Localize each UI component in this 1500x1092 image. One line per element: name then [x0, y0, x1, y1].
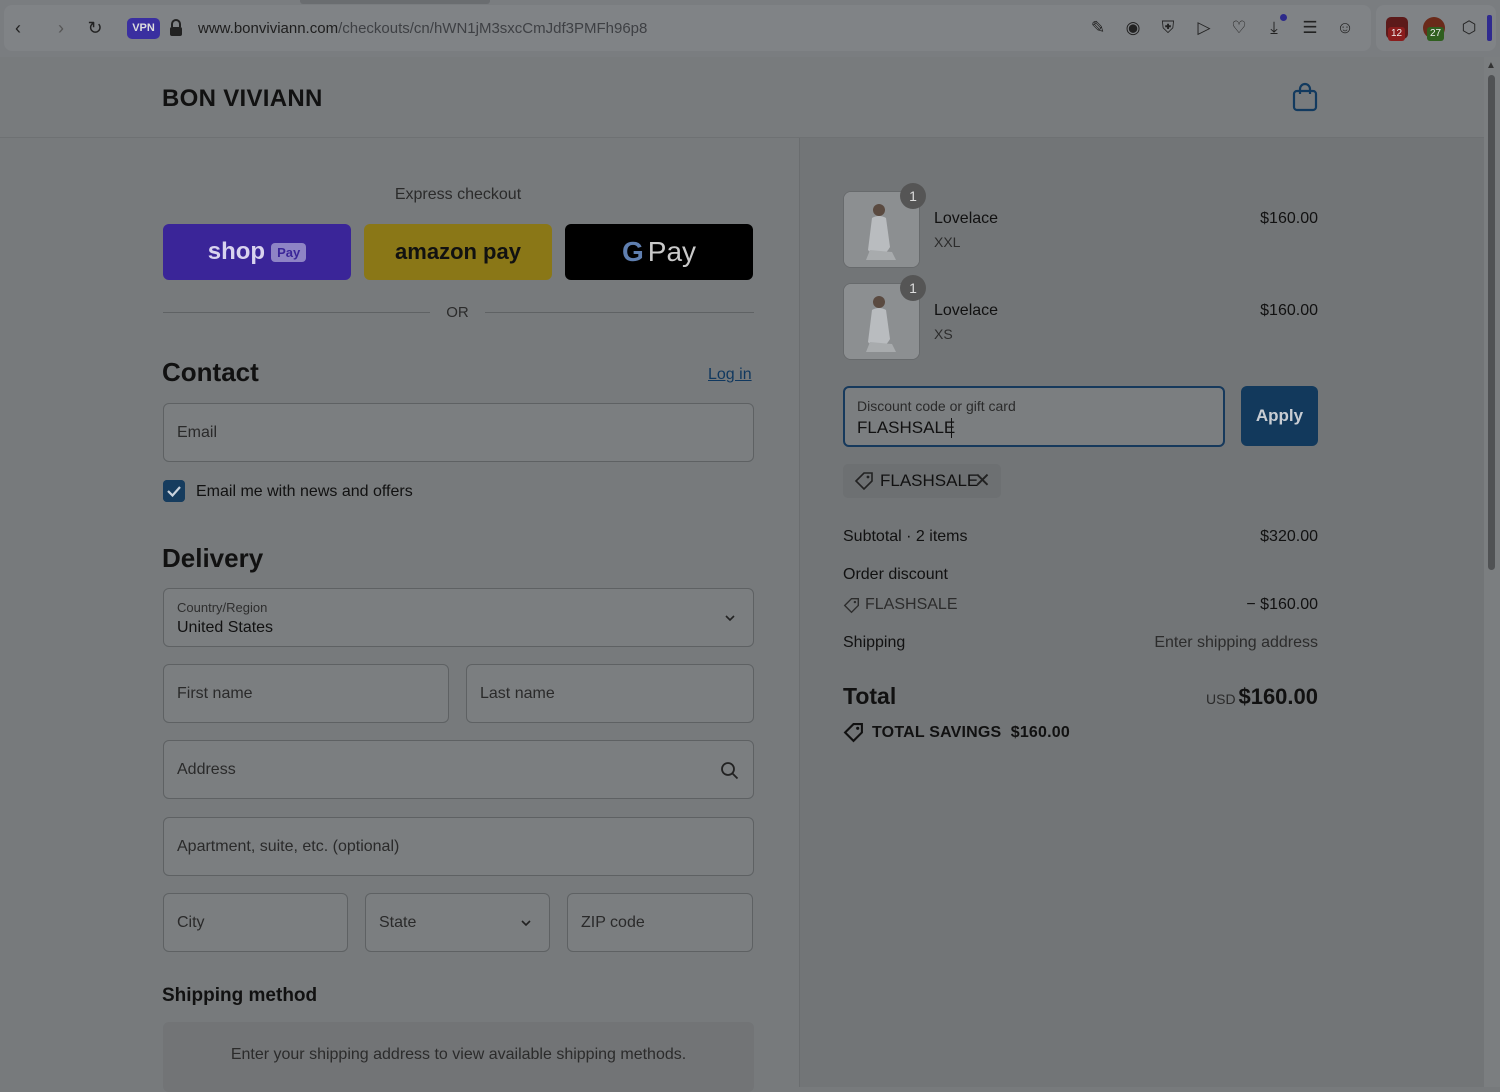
- menu-icon[interactable]: ☰: [1299, 17, 1321, 39]
- total-value: $160.00: [1238, 684, 1318, 709]
- last-name-placeholder: Last name: [480, 685, 555, 702]
- order-discount-label: Order discount: [843, 566, 948, 583]
- camera-icon[interactable]: ◉: [1122, 17, 1144, 39]
- zip-field[interactable]: ZIP code: [567, 893, 753, 952]
- item-variant: XXL: [934, 234, 961, 250]
- first-name-field[interactable]: First name: [163, 664, 449, 723]
- total-savings: TOTAL SAVINGS $160.00: [872, 724, 1070, 742]
- email-field[interactable]: Email: [163, 403, 754, 462]
- first-name-placeholder: First name: [177, 685, 253, 702]
- express-checkout-title: Express checkout: [394, 186, 522, 203]
- heart-icon[interactable]: ♡: [1228, 17, 1250, 39]
- profile-icon[interactable]: ☺: [1334, 17, 1356, 39]
- zip-placeholder: ZIP code: [581, 914, 645, 931]
- total-label: Total: [843, 683, 897, 709]
- shipping-label: Shipping: [843, 634, 906, 651]
- currency-code: USD: [1206, 691, 1236, 707]
- subtotal-value: $320.00: [1260, 528, 1318, 545]
- download-dot: [1280, 14, 1287, 21]
- extension-badge-2: 27: [1427, 27, 1445, 41]
- total-savings-value: $160.00: [1010, 724, 1070, 741]
- amazon-pay-label: amazon pay: [395, 239, 521, 264]
- shipping-method-text: Enter your shipping address to view avai…: [230, 1046, 687, 1063]
- state-placeholder: State: [379, 914, 417, 931]
- lock-icon[interactable]: [169, 19, 183, 37]
- divider-left: [163, 312, 430, 313]
- shipping-value: Enter shipping address: [1154, 634, 1318, 651]
- vpn-badge[interactable]: VPN: [127, 18, 160, 39]
- google-pay-button[interactable]: G Pay: [565, 224, 753, 280]
- scrollbar-thumb[interactable]: [1488, 75, 1495, 570]
- item-name: Lovelace: [934, 302, 999, 319]
- shield-icon[interactable]: ⛨: [1157, 17, 1179, 39]
- login-link[interactable]: Log in: [708, 366, 752, 384]
- store-brand[interactable]: BON VIVIANN: [162, 85, 323, 113]
- last-name-field[interactable]: Last name: [466, 664, 754, 723]
- tab-indicator: [300, 0, 490, 4]
- chevron-down-icon: [521, 920, 531, 927]
- item-variant: XS: [934, 326, 953, 342]
- savings-tag-icon: [843, 723, 863, 743]
- back-icon[interactable]: ‹: [8, 18, 28, 38]
- newsletter-checkbox[interactable]: [163, 480, 185, 502]
- browser-toolbar: ‹ › ↻ VPN www.bonviviann.com/checkouts/c…: [0, 0, 1500, 57]
- applied-code-label: FLASHSALE: [880, 471, 979, 490]
- apply-discount-button[interactable]: Apply: [1241, 386, 1318, 446]
- discount-value: FLASHSALE: [857, 418, 956, 437]
- edit-icon[interactable]: ✎: [1087, 17, 1109, 39]
- remove-discount-icon[interactable]: ✕: [974, 468, 991, 493]
- discount-code-input[interactable]: Discount code or gift card FLASHSALE: [843, 386, 1225, 447]
- apartment-placeholder: Apartment, suite, etc. (optional): [177, 838, 400, 855]
- or-divider-label: OR: [446, 304, 469, 321]
- city-field[interactable]: City: [163, 893, 348, 952]
- email-placeholder: Email: [177, 424, 218, 441]
- newsletter-label: Email me with news and offers: [196, 483, 413, 500]
- reload-icon[interactable]: ↻: [85, 18, 105, 38]
- shipping-method-heading: Shipping method: [162, 985, 318, 1006]
- url-text[interactable]: www.bonviviann.com/checkouts/cn/hWN1jM3s…: [198, 20, 647, 37]
- shop-pay-tag: Pay: [271, 242, 307, 262]
- state-select[interactable]: State: [365, 893, 550, 952]
- city-placeholder: City: [177, 914, 205, 931]
- apartment-field[interactable]: Apartment, suite, etc. (optional): [163, 817, 754, 876]
- item-quantity-badge: 1: [900, 183, 926, 209]
- country-value: United States: [177, 619, 274, 636]
- address-placeholder: Address: [177, 761, 236, 778]
- extension-badge-1: 12: [1388, 27, 1406, 41]
- play-icon[interactable]: ▷: [1193, 17, 1215, 39]
- item-quantity-badge: 1: [900, 275, 926, 301]
- scroll-up-icon[interactable]: ▲: [1486, 60, 1496, 71]
- chevron-down-icon: [725, 615, 735, 622]
- shopping-bag-icon[interactable]: [1291, 82, 1319, 112]
- order-discount-code: FLASHSALE: [865, 596, 958, 613]
- text-cursor: [951, 418, 952, 438]
- google-pay-label: Pay: [647, 236, 697, 267]
- extensions-icon[interactable]: ⬡: [1458, 17, 1480, 39]
- google-g-icon: G: [621, 236, 644, 267]
- order-discount-value: − $160.00: [1246, 596, 1318, 613]
- address-field[interactable]: Address: [163, 740, 754, 799]
- shop-pay-label: shop: [207, 238, 266, 265]
- amazon-pay-button[interactable]: amazon pay: [364, 224, 552, 280]
- delivery-heading: Delivery: [162, 543, 264, 573]
- item-price: $160.00: [1260, 210, 1318, 227]
- divider-right: [485, 312, 754, 313]
- shipping-method-notice: Enter your shipping address to view avai…: [163, 1022, 754, 1092]
- discount-label: Discount code or gift card: [857, 398, 1016, 414]
- shop-pay-button[interactable]: shop Pay: [163, 224, 351, 280]
- forward-icon[interactable]: ›: [51, 18, 71, 38]
- country-select[interactable]: Country/Region United States: [163, 588, 754, 647]
- search-icon[interactable]: [720, 761, 739, 780]
- subtotal-label: Subtotal · 2 items: [843, 528, 968, 545]
- applied-discount-chip: FLASHSALE ✕: [843, 464, 1001, 498]
- tag-icon: [854, 472, 873, 491]
- total-savings-label: TOTAL SAVINGS: [872, 724, 1002, 741]
- tag-icon: [843, 598, 859, 614]
- country-label: Country/Region: [177, 600, 268, 615]
- item-name: Lovelace: [934, 210, 999, 227]
- contact-heading: Contact: [162, 357, 259, 387]
- sidebar-indicator: [1487, 15, 1492, 41]
- item-price: $160.00: [1260, 302, 1318, 319]
